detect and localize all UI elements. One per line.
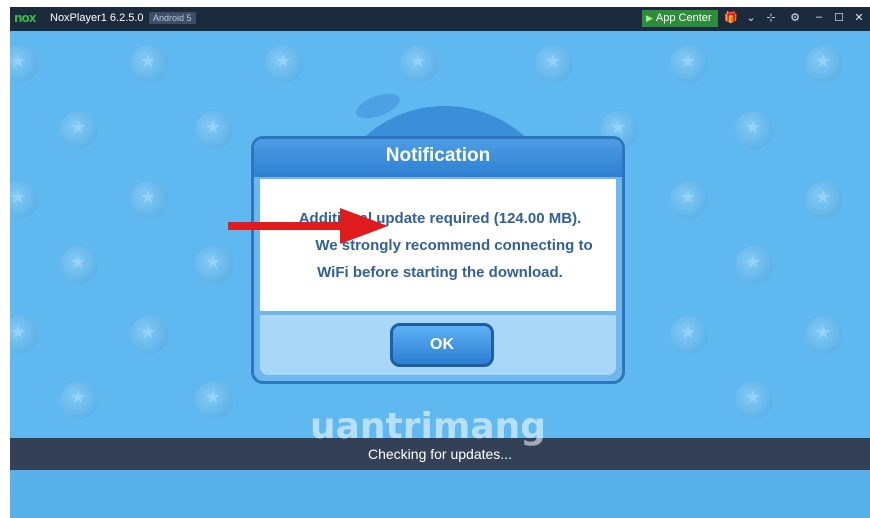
pattern-dot: [60, 111, 98, 149]
screen-bottom-area: [10, 470, 870, 518]
red-arrow-annotation: [228, 208, 388, 244]
pin-icon[interactable]: ⊹: [764, 11, 778, 24]
pattern-dot: [10, 45, 38, 83]
pattern-dot: [735, 381, 773, 419]
maximize-icon[interactable]: ☐: [832, 11, 846, 24]
pattern-dot: [10, 316, 38, 354]
dialog-title: Notification: [385, 145, 491, 166]
pattern-dot: [535, 45, 573, 83]
close-icon[interactable]: ✕: [852, 11, 866, 24]
play-icon: ▶: [646, 13, 653, 23]
pattern-dot: [670, 181, 708, 219]
notification-dialog: Notification Additional update required …: [251, 136, 625, 384]
pattern-dot: [195, 111, 233, 149]
app-center-button[interactable]: ▶ App Center: [642, 10, 718, 27]
minimize-icon[interactable]: –: [812, 11, 826, 23]
pattern-dot: [130, 181, 168, 219]
ok-button[interactable]: OK: [390, 323, 494, 367]
window-titlebar: nox NoxPlayer1 6.2.5.0 Android 5 ▶ App Ce…: [10, 7, 870, 31]
pattern-dot: [735, 246, 773, 284]
pattern-dot: [130, 45, 168, 83]
gear-icon[interactable]: ⚙: [788, 11, 802, 24]
pattern-dot: [400, 45, 438, 83]
watermark-text: uantrimang: [310, 406, 547, 447]
app-center-label: App Center: [655, 12, 712, 24]
pattern-dot: [670, 45, 708, 83]
dialog-body: Additional update required (124.00 MB). …: [260, 179, 616, 311]
android-version-badge: Android 5: [149, 12, 196, 24]
pattern-dot: [735, 111, 773, 149]
pattern-dot: [60, 246, 98, 284]
pattern-dot: [805, 316, 843, 354]
pattern-dot: [195, 381, 233, 419]
pattern-dot: [130, 316, 168, 354]
message-line: WiFi before starting the download.: [317, 264, 563, 281]
dialog-header: Notification: [254, 139, 622, 177]
pattern-dot: [670, 316, 708, 354]
pattern-dot: [265, 45, 303, 83]
pattern-dot: [805, 45, 843, 83]
nox-logo: nox: [14, 11, 37, 25]
pattern-dot: [805, 181, 843, 219]
app-title: NoxPlayer1 6.2.5.0: [50, 12, 144, 24]
dialog-footer: OK: [260, 315, 616, 375]
mascot-antenna: [352, 88, 404, 124]
pattern-dot: [60, 381, 98, 419]
pattern-dot: [10, 181, 38, 219]
pattern-dot: [195, 246, 233, 284]
gift-icon[interactable]: 🎁: [724, 11, 738, 24]
chevron-down-icon[interactable]: ⌄: [744, 11, 758, 24]
